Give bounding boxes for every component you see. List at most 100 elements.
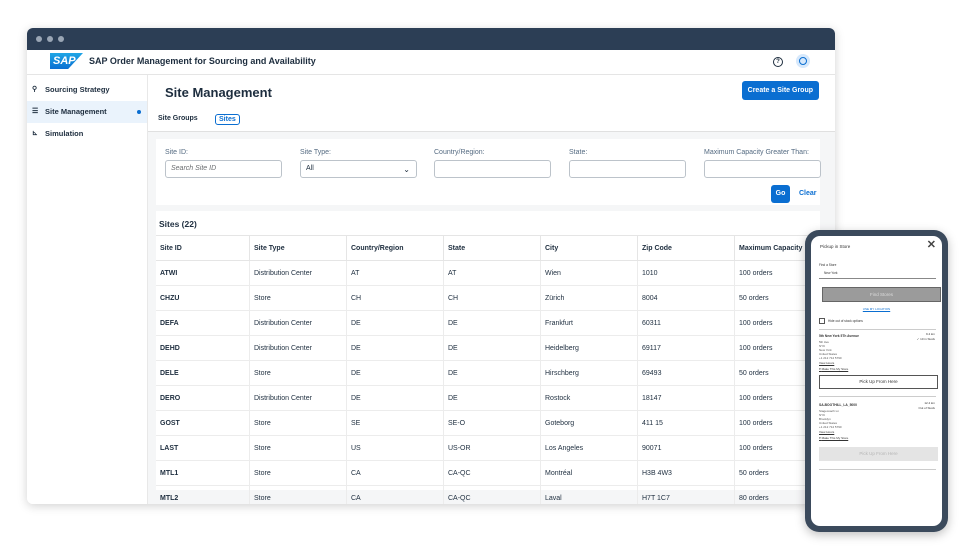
column-header[interactable]: Site Type	[249, 235, 347, 261]
table-row[interactable]: LAST Store US US-OR Los Angeles 90071 10…	[156, 435, 820, 461]
table-row[interactable]: CHZU Store CH CH Zürich 8004 50 orders	[156, 285, 820, 311]
store-availability: 9.4 km ✓ 10 in Stock	[917, 332, 935, 341]
zip-cell: 69493	[637, 360, 735, 386]
country-cell: US	[346, 435, 444, 461]
site-id-label: Site ID:	[165, 149, 188, 156]
close-icon[interactable]: ✕	[927, 238, 936, 251]
state-cell: US-OR	[443, 435, 541, 461]
clear-button[interactable]: Clear	[799, 190, 817, 197]
column-header[interactable]: Country/Region	[346, 235, 444, 261]
site-id-cell: CHZU	[156, 285, 250, 311]
table-row[interactable]: GOST Store SE SE-O Goteborg 411 15 100 o…	[156, 410, 820, 436]
city-cell: Los Angeles	[540, 435, 638, 461]
store-stock-status: Out of Stock	[918, 405, 935, 410]
site-id-cell: MTL2	[156, 485, 250, 504]
state-cell: CA-QC	[443, 460, 541, 486]
zip-cell: 411 15	[637, 410, 735, 436]
site-type-select[interactable]: All ⌄	[300, 160, 417, 178]
city-cell: Heidelberg	[540, 335, 638, 361]
make-my-store-link[interactable]: ♥ Make This My Store	[819, 436, 848, 440]
view-hours-link[interactable]: View Hours	[819, 361, 834, 365]
divider	[819, 396, 936, 397]
use-my-location-link[interactable]: USE MY LOCATION	[811, 307, 942, 311]
column-header[interactable]: State	[443, 235, 541, 261]
list-icon: ☰	[32, 108, 39, 115]
site-id-cell: ATWI	[156, 260, 250, 286]
table-row[interactable]: DERO Distribution Center DE DE Rostock 1…	[156, 385, 820, 411]
make-my-store-label: Make This My Store	[821, 436, 849, 440]
state-cell: DE	[443, 310, 541, 336]
site-type-cell: Distribution Center	[249, 385, 347, 411]
max-capacity-label: Maximum Capacity Greater Than:	[704, 149, 809, 156]
view-hours-link[interactable]: View Hours	[819, 430, 834, 434]
country-cell: CA	[346, 485, 444, 504]
store-address: Stagecoach Ln NYK Brooklyn United States…	[819, 409, 842, 429]
sidebar-item-label: Simulation	[45, 129, 84, 138]
hide-out-of-stock-checkbox[interactable]	[819, 318, 825, 324]
sidebar-item-site-management[interactable]: ☰ Site Management	[27, 101, 147, 123]
site-id-input[interactable]: Search Site ID	[165, 160, 282, 178]
site-id-cell: DELE	[156, 360, 250, 386]
app-title: SAP Order Management for Sourcing and Av…	[89, 56, 316, 66]
find-stores-button[interactable]: Find Stores	[822, 287, 941, 302]
site-type-cell: Distribution Center	[249, 260, 347, 286]
country-region-input[interactable]	[434, 160, 551, 178]
main-content: Site Management Create a Site Group Site…	[148, 75, 835, 504]
site-type-cell: Store	[249, 360, 347, 386]
pickup-title: Pickup in Store	[820, 244, 851, 249]
table-row[interactable]: DEHD Distribution Center DE DE Heidelber…	[156, 335, 820, 361]
zip-cell: 8004	[637, 285, 735, 311]
pick-up-from-here-button[interactable]: Pick Up From Here	[819, 375, 938, 389]
column-header[interactable]: City	[540, 235, 638, 261]
zip-cell: H3B 4W3	[637, 460, 735, 486]
column-header[interactable]: Site ID	[156, 235, 250, 261]
site-type-cell: Distribution Center	[249, 310, 347, 336]
table-row[interactable]: MTL2 Store CA CA-QC Laval H7T 1C7 80 ord…	[156, 485, 820, 504]
zip-cell: 18147	[637, 385, 735, 411]
store-address: 5th Ave NYK New York United States +1 21…	[819, 340, 842, 360]
store-search-input[interactable]: New York	[819, 267, 936, 279]
country-cell: DE	[346, 385, 444, 411]
tab-sites[interactable]: Sites	[215, 114, 240, 125]
window-titlebar	[27, 28, 835, 50]
site-id-cell: LAST	[156, 435, 250, 461]
user-avatar-icon[interactable]	[796, 54, 810, 68]
phone-mockup: Pickup in Store ✕ Find a Store New York …	[805, 230, 948, 532]
max-capacity-input[interactable]	[704, 160, 821, 178]
sites-table-panel: Sites (22) Site ID Site Type Country/Reg…	[156, 211, 820, 504]
site-type-cell: Store	[249, 410, 347, 436]
window-dot-icon[interactable]	[58, 36, 64, 42]
state-cell: DE	[443, 335, 541, 361]
sidebar-item-label: Sourcing Strategy	[45, 85, 110, 94]
zip-cell: 1010	[637, 260, 735, 286]
column-header[interactable]: Zip Code	[637, 235, 735, 261]
pick-up-from-here-button-disabled[interactable]: Pick Up From Here	[819, 447, 938, 461]
table-row[interactable]: MTL1 Store CA CA-QC Montréal H3B 4W3 50 …	[156, 460, 820, 486]
sap-logo: SAP	[50, 53, 83, 69]
divider	[819, 329, 936, 330]
sidebar-item-sourcing-strategy[interactable]: ⚲ Sourcing Strategy	[27, 79, 147, 101]
make-my-store-link[interactable]: ♥ Make This My Store	[819, 367, 848, 371]
sidebar-item-simulation[interactable]: ⊾ Simulation	[27, 123, 147, 145]
shell-bar: SAP SAP Order Management for Sourcing an…	[27, 50, 835, 75]
divider	[819, 469, 936, 470]
table-row[interactable]: DEFA Distribution Center DE DE Frankfurt…	[156, 310, 820, 336]
help-icon[interactable]: ?	[773, 57, 783, 67]
go-button[interactable]: Go	[771, 185, 790, 203]
state-cell: CH	[443, 285, 541, 311]
site-id-cell: DERO	[156, 385, 250, 411]
store-name: 5th New York 5Th Avenue	[819, 334, 859, 338]
table-row[interactable]: ATWI Distribution Center AT AT Wien 1010…	[156, 260, 820, 286]
state-input[interactable]	[569, 160, 686, 178]
city-cell: Zürich	[540, 285, 638, 311]
pickup-in-store-screen: Pickup in Store ✕ Find a Store New York …	[811, 236, 942, 526]
create-site-group-button[interactable]: Create a Site Group	[741, 81, 819, 100]
window-dot-icon[interactable]	[36, 36, 42, 42]
chevron-down-icon: ⌄	[403, 165, 410, 174]
filter-bar: Site ID: Search Site ID Site Type: All ⌄…	[156, 139, 821, 205]
table-row[interactable]: DELE Store DE DE Hirschberg 69493 50 ord…	[156, 360, 820, 386]
store-name: SA-BOOTHILL_LA_5000	[819, 403, 857, 407]
city-cell: Wien	[540, 260, 638, 286]
tab-site-groups[interactable]: Site Groups	[158, 115, 198, 122]
window-dot-icon[interactable]	[47, 36, 53, 42]
